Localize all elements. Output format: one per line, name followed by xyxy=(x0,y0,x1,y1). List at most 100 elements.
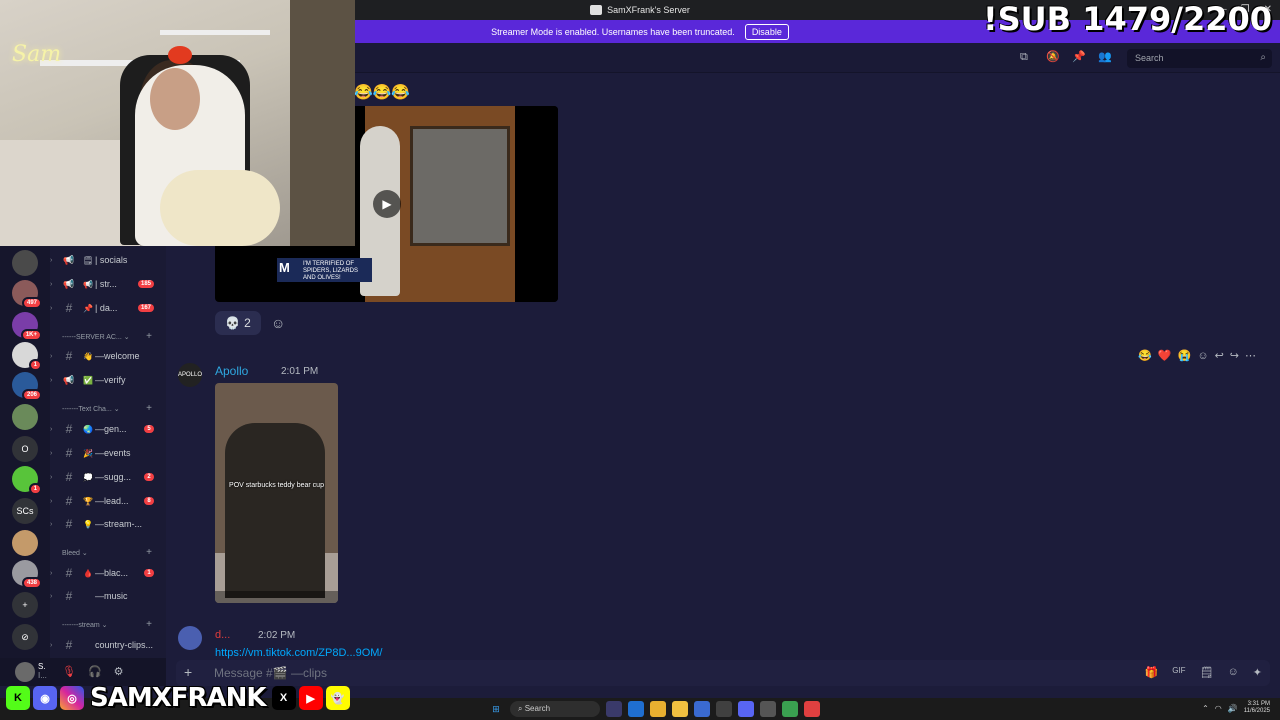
server-icon[interactable]: O xyxy=(12,436,38,462)
channel-item[interactable]: › 📢 🗒 | socials xyxy=(50,250,166,270)
chevron-right-icon: › xyxy=(50,497,53,505)
announcement-icon: 📢 xyxy=(63,374,75,385)
hash-icon: # xyxy=(65,446,73,460)
clock-date: 11/6/2025 xyxy=(1243,708,1270,714)
add-channel-icon[interactable]: + xyxy=(146,331,152,342)
add-reaction-icon[interactable]: ☺ xyxy=(271,315,285,331)
reaction-button[interactable]: 💀 2 xyxy=(215,311,261,335)
wifi-icon[interactable]: ◠ xyxy=(1215,704,1222,713)
avatar[interactable] xyxy=(178,626,202,650)
category-header[interactable]: -------stream ⌄ xyxy=(62,621,108,629)
message-composer[interactable]: + Message #🎬 —clips 🎁 GIF 🗒 ☺ ✦ xyxy=(176,660,1270,686)
channel-item[interactable]: › # 🏆 —lead... 8 xyxy=(50,491,166,511)
video-embed[interactable]: POV starbucks teddy bear cup xyxy=(215,383,338,603)
channel-item[interactable]: › # 🩸 —blac... 1 xyxy=(50,563,166,583)
channel-item[interactable]: › # 💭 —sugg... 2 xyxy=(50,467,166,487)
category-header[interactable]: ------SERVER AC... ⌄ xyxy=(62,333,130,341)
server-icon[interactable]: 1K+ xyxy=(12,312,42,341)
category-header[interactable]: -------Text Cha... ⌄ xyxy=(62,405,120,413)
announcement-icon: 📢 xyxy=(63,278,75,289)
message-author[interactable]: Apollo xyxy=(215,364,248,378)
app-icon[interactable] xyxy=(782,701,798,717)
channel-item[interactable]: › # 📌 | da... 167 xyxy=(50,298,166,318)
channel-item[interactable]: › # 💡 —stream-... xyxy=(50,514,166,534)
message-link[interactable]: https://vm.tiktok.com/ZP8D...9OM/ xyxy=(215,647,382,659)
tray-chevron-icon[interactable]: ⌃ xyxy=(1202,704,1209,713)
headphones-icon[interactable]: 🎧 xyxy=(88,665,102,678)
pin-icon[interactable]: 📌 xyxy=(1072,51,1086,63)
channel-name: —stream-... xyxy=(95,519,143,529)
app-icon[interactable] xyxy=(716,701,732,717)
mute-icon[interactable]: 🎙 xyxy=(62,665,76,678)
server-icon[interactable] xyxy=(12,404,38,430)
channel-item[interactable]: › # —music xyxy=(50,586,166,606)
sticker-icon[interactable]: 🗒 xyxy=(1200,666,1214,679)
react-heart-icon[interactable]: ❤️ xyxy=(1158,349,1172,362)
more-icon[interactable]: ⋯ xyxy=(1245,349,1256,362)
channel-emoji: 🏆 xyxy=(83,496,93,506)
folder-icon[interactable] xyxy=(672,701,688,717)
avatar[interactable]: APOLLO xyxy=(178,363,202,387)
gift-icon[interactable]: 🎁 xyxy=(1145,666,1159,679)
gif-icon[interactable]: GIF xyxy=(1172,666,1185,679)
server-icon[interactable]: 497 xyxy=(12,280,42,309)
channel-emoji: 📌 xyxy=(83,303,93,313)
server-label: + xyxy=(22,600,28,610)
add-reaction-icon[interactable]: ☺ xyxy=(1197,350,1208,362)
emoji-icon[interactable]: ☺ xyxy=(1228,666,1239,679)
server-icon[interactable]: ⊘ xyxy=(12,624,38,650)
server-icon[interactable]: SCs xyxy=(12,498,38,524)
edge-icon[interactable] xyxy=(628,701,644,717)
task-view-icon[interactable] xyxy=(606,701,622,717)
channel-item[interactable]: › 📢 ✅ —verify xyxy=(50,370,166,390)
channel-item[interactable]: › # 🎉 —events xyxy=(50,443,166,463)
server-icon[interactable]: 1 xyxy=(12,466,42,495)
chrome-icon[interactable] xyxy=(650,701,666,717)
app-icon[interactable] xyxy=(760,701,776,717)
members-icon[interactable]: 👥 xyxy=(1098,51,1112,63)
react-laugh-icon[interactable]: 😂 xyxy=(1138,349,1152,362)
store-icon[interactable] xyxy=(694,701,710,717)
app-icon[interactable] xyxy=(804,701,820,717)
start-icon[interactable]: ⊞ xyxy=(488,701,504,717)
server-icon[interactable]: 1 xyxy=(12,342,42,371)
add-channel-icon[interactable]: + xyxy=(146,403,152,414)
reply-icon[interactable]: ↩ xyxy=(1215,349,1224,362)
server-icon[interactable]: 206 xyxy=(12,372,42,401)
message-author[interactable]: d... xyxy=(215,629,230,641)
channel-emoji: 🩸 xyxy=(83,568,93,578)
channel-item[interactable]: › # 🌏 —gen... 5 xyxy=(50,419,166,439)
message-input[interactable]: Message #🎬 —clips xyxy=(214,666,327,680)
neon-sign: Sam xyxy=(12,42,62,67)
add-channel-icon[interactable]: + xyxy=(146,547,152,558)
channel-item[interactable]: › 📢 📢 | str... 185 xyxy=(50,274,166,294)
volume-icon[interactable]: 🔊 xyxy=(1228,704,1238,713)
taskbar-search[interactable]: ⌕ Search xyxy=(510,701,600,717)
forward-icon[interactable]: ↪ xyxy=(1230,349,1239,362)
gear-icon[interactable]: ⚙ xyxy=(114,665,124,678)
video-frame xyxy=(225,423,325,598)
video-controls[interactable] xyxy=(215,591,338,603)
disable-button[interactable]: Disable xyxy=(744,23,789,40)
server-icon[interactable]: 438 xyxy=(12,560,42,589)
notification-icon[interactable]: 🔕 xyxy=(1046,51,1060,63)
channel-item[interactable]: › # 👋 —welcome xyxy=(50,346,166,366)
attach-icon[interactable]: + xyxy=(184,664,192,680)
channel-item[interactable]: › # country-clips... xyxy=(50,635,166,655)
category-header[interactable]: Bleed ⌄ xyxy=(62,549,88,557)
add-channel-icon[interactable]: + xyxy=(146,619,152,630)
discord-icon[interactable] xyxy=(738,701,754,717)
clock[interactable]: 3:31 PM 11/6/2025 xyxy=(1244,701,1270,715)
apps-icon[interactable]: ✦ xyxy=(1253,666,1262,679)
play-icon[interactable]: ▶ xyxy=(373,190,401,218)
threads-icon[interactable]: ⧉ xyxy=(1020,51,1032,63)
react-cry-icon[interactable]: 😭 xyxy=(1178,349,1192,362)
server-icon[interactable] xyxy=(12,250,38,276)
search-placeholder: Search xyxy=(1135,53,1164,63)
server-icon[interactable]: + xyxy=(12,592,38,618)
search-input[interactable]: Search ⌕ xyxy=(1127,49,1272,68)
channel-name: —welcome xyxy=(95,351,140,361)
avatar[interactable] xyxy=(15,662,35,682)
server-icon[interactable] xyxy=(12,530,38,556)
webcam-frame xyxy=(0,140,140,246)
